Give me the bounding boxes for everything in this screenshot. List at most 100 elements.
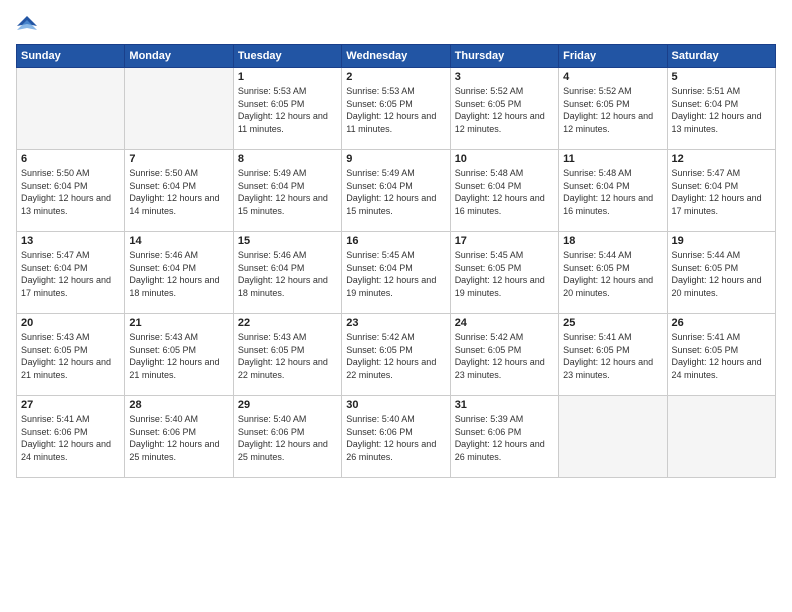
day-number: 30 <box>346 399 445 411</box>
day-info: Sunrise: 5:40 AMSunset: 6:06 PMDaylight:… <box>129 413 228 463</box>
day-number: 6 <box>21 153 120 165</box>
day-info: Sunrise: 5:40 AMSunset: 6:06 PMDaylight:… <box>346 413 445 463</box>
day-number: 15 <box>238 235 337 247</box>
week-row-3: 13 Sunrise: 5:47 AMSunset: 6:04 PMDayligh… <box>17 232 776 314</box>
day-number: 22 <box>238 317 337 329</box>
calendar-cell: 27 Sunrise: 5:41 AMSunset: 6:06 PMDayligh… <box>17 396 125 478</box>
day-number: 20 <box>21 317 120 329</box>
calendar-cell: 16 Sunrise: 5:45 AMSunset: 6:04 PMDayligh… <box>342 232 450 314</box>
day-info: Sunrise: 5:48 AMSunset: 6:04 PMDaylight:… <box>455 167 554 217</box>
calendar-cell: 7Sunrise: 5:50 AMSunset: 6:04 PMDaylight… <box>125 150 233 232</box>
calendar-cell: 1 Sunrise: 5:53 AMSunset: 6:05 PMDaylight… <box>233 68 341 150</box>
day-info: Sunrise: 5:42 AMSunset: 6:05 PMDaylight:… <box>455 331 554 381</box>
calendar-cell: 11 Sunrise: 5:48 AMSunset: 6:04 PMDayligh… <box>559 150 667 232</box>
day-number: 8 <box>238 153 337 165</box>
day-number: 21 <box>129 317 228 329</box>
day-info: Sunrise: 5:44 AMSunset: 6:05 PMDaylight:… <box>563 249 662 299</box>
header <box>16 16 776 34</box>
day-info: Sunrise: 5:46 AMSunset: 6:04 PMDaylight:… <box>238 249 337 299</box>
day-info: Sunrise: 5:41 AMSunset: 6:05 PMDaylight:… <box>672 331 771 381</box>
day-info: Sunrise: 5:41 AMSunset: 6:06 PMDaylight:… <box>21 413 120 463</box>
day-info: Sunrise: 5:48 AMSunset: 6:04 PMDaylight:… <box>563 167 662 217</box>
day-info: Sunrise: 5:53 AMSunset: 6:05 PMDaylight:… <box>346 85 445 135</box>
calendar-cell: 26Sunrise: 5:41 AMSunset: 6:05 PMDayligh… <box>667 314 775 396</box>
calendar-cell <box>125 68 233 150</box>
day-info: Sunrise: 5:39 AMSunset: 6:06 PMDaylight:… <box>455 413 554 463</box>
day-number: 10 <box>455 153 554 165</box>
weekday-header-sunday: Sunday <box>17 45 125 68</box>
weekday-header-thursday: Thursday <box>450 45 558 68</box>
day-info: Sunrise: 5:47 AMSunset: 6:04 PMDaylight:… <box>21 249 120 299</box>
day-info: Sunrise: 5:46 AMSunset: 6:04 PMDaylight:… <box>129 249 228 299</box>
week-row-2: 6 Sunrise: 5:50 AMSunset: 6:04 PMDaylight… <box>17 150 776 232</box>
calendar-cell: 2 Sunrise: 5:53 AMSunset: 6:05 PMDaylight… <box>342 68 450 150</box>
weekday-header-wednesday: Wednesday <box>342 45 450 68</box>
day-number: 16 <box>346 235 445 247</box>
calendar-cell: 21 Sunrise: 5:43 AMSunset: 6:05 PMDayligh… <box>125 314 233 396</box>
calendar-cell <box>559 396 667 478</box>
day-number: 19 <box>672 235 771 247</box>
day-info: Sunrise: 5:45 AMSunset: 6:05 PMDaylight:… <box>455 249 554 299</box>
day-number: 17 <box>455 235 554 247</box>
day-info: Sunrise: 5:43 AMSunset: 6:05 PMDaylight:… <box>21 331 120 381</box>
day-number: 29 <box>238 399 337 411</box>
week-row-4: 20 Sunrise: 5:43 AMSunset: 6:05 PMDayligh… <box>17 314 776 396</box>
day-number: 24 <box>455 317 554 329</box>
logo-text <box>16 16 37 36</box>
calendar-cell: 29 Sunrise: 5:40 AMSunset: 6:06 PMDayligh… <box>233 396 341 478</box>
day-number: 2 <box>346 71 445 83</box>
day-number: 31 <box>455 399 554 411</box>
calendar-cell: 31 Sunrise: 5:39 AMSunset: 6:06 PMDayligh… <box>450 396 558 478</box>
calendar-cell: 15 Sunrise: 5:46 AMSunset: 6:04 PMDayligh… <box>233 232 341 314</box>
day-info: Sunrise: 5:45 AMSunset: 6:04 PMDaylight:… <box>346 249 445 299</box>
weekday-header-monday: Monday <box>125 45 233 68</box>
calendar-cell: 17 Sunrise: 5:45 AMSunset: 6:05 PMDayligh… <box>450 232 558 314</box>
day-info: Sunrise: 5:52 AMSunset: 6:05 PMDaylight:… <box>455 85 554 135</box>
day-number: 12 <box>672 153 771 165</box>
day-number: 5 <box>672 71 771 83</box>
day-info: Sunrise: 5:44 AMSunset: 6:05 PMDaylight:… <box>672 249 771 299</box>
week-row-5: 27 Sunrise: 5:41 AMSunset: 6:06 PMDayligh… <box>17 396 776 478</box>
day-info: Sunrise: 5:49 AMSunset: 6:04 PMDaylight:… <box>346 167 445 217</box>
weekday-header-friday: Friday <box>559 45 667 68</box>
calendar-cell: 24 Sunrise: 5:42 AMSunset: 6:05 PMDayligh… <box>450 314 558 396</box>
day-info: Sunrise: 5:51 AMSunset: 6:04 PMDaylight:… <box>672 85 771 135</box>
day-info: Sunrise: 5:47 AMSunset: 6:04 PMDaylight:… <box>672 167 771 217</box>
week-row-1: 1 Sunrise: 5:53 AMSunset: 6:05 PMDaylight… <box>17 68 776 150</box>
day-number: 9 <box>346 153 445 165</box>
day-info: Sunrise: 5:50 AMSunset: 6:04 PMDaylight:… <box>21 167 120 217</box>
calendar-cell: 3 Sunrise: 5:52 AMSunset: 6:05 PMDaylight… <box>450 68 558 150</box>
day-info: Sunrise: 5:53 AMSunset: 6:05 PMDaylight:… <box>238 85 337 135</box>
day-info: Sunrise: 5:49 AMSunset: 6:04 PMDaylight:… <box>238 167 337 217</box>
calendar-cell: 13 Sunrise: 5:47 AMSunset: 6:04 PMDayligh… <box>17 232 125 314</box>
calendar-cell: 22Sunrise: 5:43 AMSunset: 6:05 PMDayligh… <box>233 314 341 396</box>
page: SundayMondayTuesdayWednesdayThursdayFrid… <box>0 0 792 612</box>
weekday-header-tuesday: Tuesday <box>233 45 341 68</box>
calendar-cell: 28 Sunrise: 5:40 AMSunset: 6:06 PMDayligh… <box>125 396 233 478</box>
day-number: 25 <box>563 317 662 329</box>
logo-icon <box>17 16 37 36</box>
calendar-cell: 25Sunrise: 5:41 AMSunset: 6:05 PMDayligh… <box>559 314 667 396</box>
calendar-cell: 20 Sunrise: 5:43 AMSunset: 6:05 PMDayligh… <box>17 314 125 396</box>
day-number: 1 <box>238 71 337 83</box>
day-number: 28 <box>129 399 228 411</box>
calendar-cell: 6 Sunrise: 5:50 AMSunset: 6:04 PMDaylight… <box>17 150 125 232</box>
calendar-cell <box>667 396 775 478</box>
day-number: 11 <box>563 153 662 165</box>
day-info: Sunrise: 5:43 AMSunset: 6:05 PMDaylight:… <box>129 331 228 381</box>
weekday-header-row: SundayMondayTuesdayWednesdayThursdayFrid… <box>17 45 776 68</box>
calendar-cell: 5 Sunrise: 5:51 AMSunset: 6:04 PMDaylight… <box>667 68 775 150</box>
day-number: 18 <box>563 235 662 247</box>
calendar-cell: 8 Sunrise: 5:49 AMSunset: 6:04 PMDaylight… <box>233 150 341 232</box>
calendar-cell: 18 Sunrise: 5:44 AMSunset: 6:05 PMDayligh… <box>559 232 667 314</box>
day-number: 27 <box>21 399 120 411</box>
logo <box>16 16 37 34</box>
day-info: Sunrise: 5:52 AMSunset: 6:05 PMDaylight:… <box>563 85 662 135</box>
day-info: Sunrise: 5:50 AMSunset: 6:04 PMDaylight:… <box>129 167 228 217</box>
day-info: Sunrise: 5:40 AMSunset: 6:06 PMDaylight:… <box>238 413 337 463</box>
day-number: 3 <box>455 71 554 83</box>
calendar-cell: 10 Sunrise: 5:48 AMSunset: 6:04 PMDayligh… <box>450 150 558 232</box>
day-number: 13 <box>21 235 120 247</box>
calendar-cell: 12 Sunrise: 5:47 AMSunset: 6:04 PMDayligh… <box>667 150 775 232</box>
calendar-cell: 23Sunrise: 5:42 AMSunset: 6:05 PMDayligh… <box>342 314 450 396</box>
